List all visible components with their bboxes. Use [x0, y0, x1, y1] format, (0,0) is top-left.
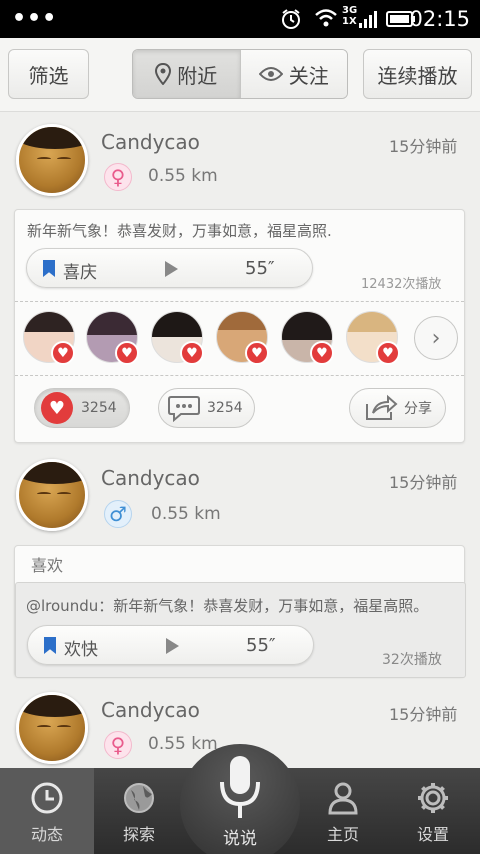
distance: 0.55 km [148, 734, 218, 754]
notification-dots-icon: ••• [12, 6, 58, 31]
chevron-right-icon: › [431, 325, 441, 351]
bookmark-icon [43, 260, 55, 277]
continuous-play-label: 连续播放 [377, 63, 458, 88]
username[interactable]: Candycao [101, 466, 200, 490]
post-message: @lroundu：新年新气象！恭喜发财，万事如意，福星高照。 [26, 597, 429, 615]
female-icon: ♀ [104, 163, 132, 191]
heart-badge-icon: ♥ [180, 341, 204, 365]
more-likers-button[interactable]: › [414, 316, 458, 360]
reposted-card: @lroundu：新年新气象！恭喜发财，万事如意，福星高照。 欢快 55″ 32… [15, 582, 466, 678]
heart-badge-icon: ♥ [310, 341, 334, 365]
tab-follow[interactable]: 关注 [239, 50, 347, 98]
like-count: 3254 [81, 400, 117, 416]
heart-badge-icon: ♥ [115, 341, 139, 365]
post-time: 15分钟前 [389, 137, 458, 156]
location-pin-icon [155, 63, 172, 85]
play-icon[interactable] [166, 638, 179, 654]
top-toolbar: 筛选 附近 关注 连续播放 [0, 38, 480, 112]
share-label: 分享 [404, 401, 432, 417]
globe-icon [124, 783, 154, 813]
filter-button-label: 筛选 [28, 63, 69, 88]
bookmark-icon [44, 637, 56, 654]
share-button[interactable]: 分享 [349, 388, 446, 428]
avatar[interactable] [16, 459, 88, 531]
track-label: 喜庆 [63, 263, 97, 283]
play-count: 32次播放 [382, 652, 442, 668]
eye-icon [258, 67, 283, 81]
post-card: 新年新气象！恭喜发财，万事如意，福星高照. 喜庆 55″ 12432次播放 ♥ … [14, 209, 465, 443]
post-card: 喜欢 @lroundu：新年新气象！恭喜发财，万事如意，福星高照。 欢快 55″… [14, 545, 466, 678]
female-icon: ♀ [104, 731, 132, 759]
divider [15, 301, 464, 302]
track-duration: 55″ [245, 258, 275, 279]
wifi-icon [315, 9, 337, 27]
username[interactable]: Candycao [101, 698, 200, 722]
avatar[interactable] [16, 692, 88, 764]
distance: 0.55 km [148, 166, 218, 186]
status-bar: ••• 3G 1X 02:15 [0, 0, 480, 38]
audio-player[interactable]: 欢快 55″ [27, 625, 314, 665]
track-duration: 55″ [246, 635, 276, 656]
heart-badge-icon: ♥ [376, 341, 400, 365]
gear-icon [418, 783, 448, 813]
speak-label: 说说 [223, 829, 257, 849]
tab-nearby[interactable]: 附近 [133, 50, 240, 98]
share-icon [366, 394, 398, 420]
like-button[interactable]: ♥ 3254 [34, 388, 130, 428]
clock-icon [31, 782, 63, 814]
network-indicator: 3G 1X [342, 5, 358, 27]
post-message: 新年新气象！恭喜发财，万事如意，福星高照. [27, 222, 332, 240]
track-label: 欢快 [64, 640, 98, 660]
audio-player[interactable]: 喜庆 55″ [26, 248, 313, 288]
heart-icon: ♥ [41, 392, 73, 424]
post-time: 15分钟前 [389, 473, 458, 492]
person-icon [328, 782, 358, 815]
nearby-follow-toggle: 附近 关注 [132, 49, 348, 99]
male-icon: ♂ [104, 500, 132, 528]
continuous-play-button[interactable]: 连续播放 [363, 49, 472, 99]
username[interactable]: Candycao [101, 130, 200, 154]
post-time: 15分钟前 [389, 705, 458, 724]
clock: 02:15 [409, 7, 470, 31]
alarm-icon [282, 9, 300, 29]
liked-section-label: 喜欢 [31, 556, 64, 575]
play-icon[interactable] [165, 261, 178, 277]
tab-follow-label: 关注 [288, 63, 329, 88]
comment-count: 3254 [207, 400, 243, 416]
filter-button[interactable]: 筛选 [8, 49, 89, 99]
divider [15, 375, 464, 376]
tab-nearby-label: 附近 [177, 63, 218, 88]
heart-badge-icon: ♥ [51, 341, 75, 365]
comment-button[interactable]: 3254 [158, 388, 255, 428]
signal-icon [359, 11, 377, 28]
avatar[interactable] [16, 124, 88, 196]
comment-icon [168, 396, 200, 422]
distance: 0.55 km [151, 504, 221, 524]
heart-badge-icon: ♥ [245, 341, 269, 365]
play-count: 12432次播放 [361, 277, 442, 292]
microphone-icon [220, 756, 260, 818]
